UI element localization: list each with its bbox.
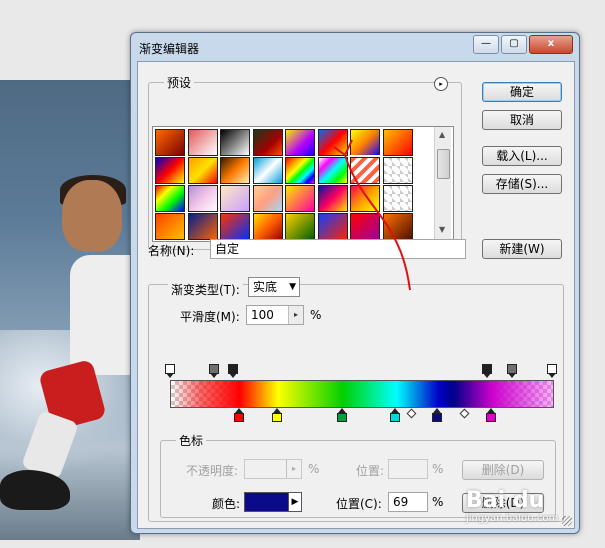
watermark-url: jingyan.baidu.com (466, 513, 559, 524)
opacity-stop[interactable] (165, 364, 175, 378)
midpoint-diamond[interactable] (406, 408, 417, 419)
gradient-editor-dialog: 渐变编辑器 — ▢ x 预设 ▸ ▲ ▼ 确定 取消 载入(L)... 存储(S… (130, 32, 580, 534)
opacity-label: 不透明度: (186, 464, 239, 478)
color-location-label: 位置(C): (336, 497, 382, 511)
opacity-stop[interactable] (482, 364, 493, 378)
color-stop[interactable] (390, 408, 401, 422)
maximize-button[interactable]: ▢ (501, 35, 527, 54)
color-location-unit: % (432, 495, 444, 509)
color-stop[interactable] (233, 408, 244, 422)
gradient-bar[interactable] (170, 380, 554, 408)
opacity-stop[interactable] (547, 364, 557, 378)
minimize-button[interactable]: — (473, 35, 499, 54)
opacity-location-unit: % (432, 462, 444, 476)
color-stop-label: 色标 (176, 432, 207, 449)
color-menu-arrow-icon[interactable]: ▶ (288, 492, 302, 512)
color-location-input[interactable]: 69 (388, 492, 428, 512)
opacity-stop[interactable] (208, 364, 219, 378)
background-photo (0, 80, 140, 540)
player-shoe (0, 470, 70, 510)
close-button[interactable]: x (529, 35, 573, 54)
opacity-stop[interactable] (228, 364, 239, 378)
dialog-client: 预设 ▸ ▲ ▼ 确定 取消 载入(L)... 存储(S)... 名称(N): … (137, 61, 575, 529)
color-stop[interactable] (336, 408, 347, 422)
color-stop[interactable] (271, 408, 282, 422)
midpoint-diamond[interactable] (459, 408, 470, 419)
baidu-watermark: Bai du jingyan.baidu.com (466, 488, 596, 538)
opacity-location-input (388, 459, 428, 479)
delete-opacity-stop-button: 删除(D) (462, 460, 544, 480)
watermark-logo: Bai du (466, 488, 545, 513)
opacity-unit: % (308, 462, 320, 476)
opacity-location-label: 位置: (356, 464, 385, 478)
player-head (62, 180, 122, 252)
color-swatch[interactable] (244, 492, 290, 512)
title-bar[interactable]: 渐变编辑器 — ▢ x (131, 33, 579, 61)
opacity-input: ▸ (244, 459, 302, 479)
spin-arrow-icon: ▸ (286, 460, 301, 478)
gradient-fill (171, 381, 553, 407)
color-label: 颜色: (212, 497, 241, 511)
color-stop[interactable] (485, 408, 496, 422)
window-title: 渐变编辑器 (139, 42, 200, 56)
opacity-stop[interactable] (506, 364, 517, 378)
color-stop[interactable] (432, 408, 443, 422)
